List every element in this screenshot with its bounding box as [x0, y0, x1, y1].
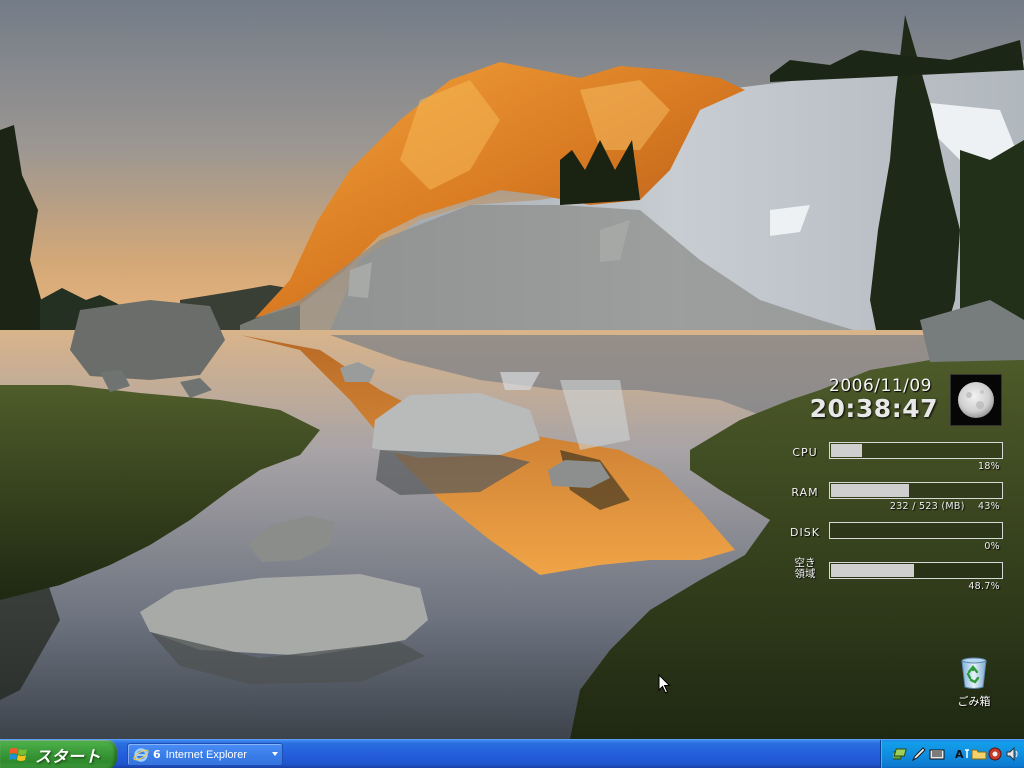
- free-space-label-line2: 領域: [794, 568, 816, 580]
- shield-icon[interactable]: [987, 746, 1003, 762]
- free-space-meter-fill: [831, 564, 914, 577]
- disk-meter-bar: [829, 522, 1003, 539]
- ram-meter-label: RAM: [791, 486, 819, 499]
- network-icon[interactable]: [893, 746, 909, 762]
- svg-text:A: A: [955, 748, 964, 761]
- desktop-wallpaper: [0, 0, 1024, 739]
- start-button[interactable]: スタート: [0, 740, 117, 768]
- cpu-meter-label: CPU: [792, 446, 818, 459]
- ime-icon[interactable]: A: [955, 746, 971, 762]
- free-space-meter-label: 空き 領域: [784, 558, 826, 580]
- disk-meter-value: 0%: [984, 541, 1000, 552]
- free-space-meter-bar: [829, 562, 1003, 579]
- moon-phase-icon: [950, 374, 1002, 426]
- internet-explorer-icon: [133, 747, 149, 762]
- system-tray: A: [880, 740, 1024, 768]
- taskbar: スタート 6 Internet Explorer A: [0, 739, 1024, 768]
- recycle-bin-label: ごみ箱: [957, 695, 991, 708]
- gadget-clock: 20:38:47: [809, 394, 938, 423]
- disk-meter-label: DISK: [790, 526, 820, 539]
- gadget-date: 2006/11/09: [829, 376, 932, 396]
- taskbar-group-internet-explorer[interactable]: 6 Internet Explorer: [127, 743, 283, 766]
- windows-logo-icon: [9, 747, 27, 761]
- cpu-meter-value: 18%: [977, 461, 1000, 472]
- pen-icon[interactable]: [911, 746, 927, 762]
- chevron-down-icon: [272, 752, 278, 756]
- mouse-pointer-icon: [658, 674, 671, 694]
- start-label: スタート: [35, 746, 102, 766]
- ram-meter-fill: [831, 484, 909, 497]
- taskbar-group-label: Internet Explorer: [165, 748, 247, 761]
- recycle-bin-icon: [961, 657, 987, 689]
- ram-meter-value: 232 / 523 (MB) 43%: [889, 501, 1000, 512]
- cpu-meter-bar: [829, 442, 1003, 459]
- ram-meter-bar: [829, 482, 1003, 499]
- taskbar-group-count: 6: [153, 748, 161, 761]
- keyboard-icon[interactable]: [929, 746, 945, 762]
- folder-icon[interactable]: [971, 746, 987, 762]
- cpu-meter-fill: [831, 444, 862, 457]
- free-space-meter-value: 48.7%: [968, 581, 1000, 592]
- recycle-bin-shortcut[interactable]: ごみ箱: [950, 656, 998, 709]
- speaker-icon[interactable]: [1005, 746, 1021, 762]
